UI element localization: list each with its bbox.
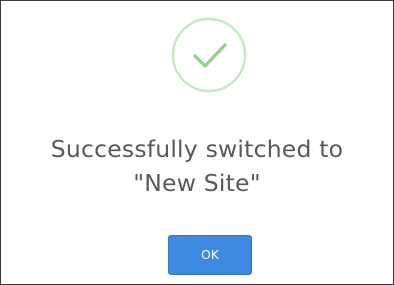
checkmark-circle-icon <box>171 17 247 93</box>
success-dialog: Successfully switched to "New Site" OK <box>0 0 394 285</box>
message-line-1: Successfully switched to <box>50 135 344 163</box>
message-line-2: "New Site" <box>133 169 261 197</box>
success-message: Successfully switched to "New Site" <box>1 132 393 200</box>
ok-button[interactable]: OK <box>168 235 252 275</box>
